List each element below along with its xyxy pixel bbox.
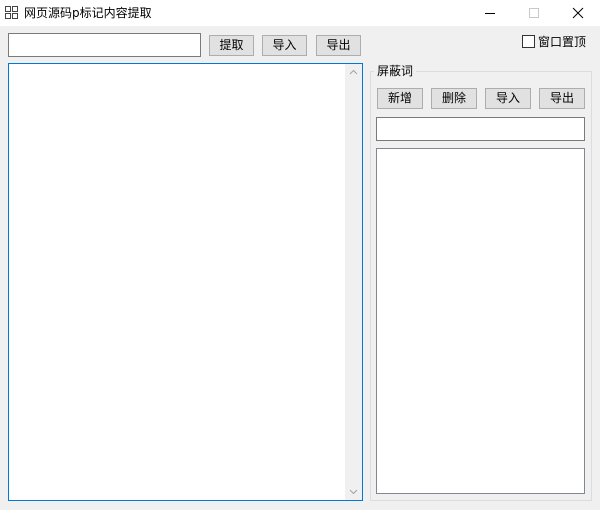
import-button[interactable]: 导入 bbox=[262, 35, 307, 56]
scroll-down-button[interactable] bbox=[345, 483, 362, 500]
url-input[interactable] bbox=[8, 33, 201, 57]
scroll-up-button[interactable] bbox=[345, 64, 362, 81]
close-button[interactable] bbox=[556, 0, 600, 26]
content-textarea[interactable] bbox=[8, 63, 363, 501]
blocked-words-list[interactable] bbox=[376, 148, 585, 494]
import-words-button[interactable]: 导入 bbox=[485, 88, 531, 109]
minimize-button[interactable] bbox=[468, 0, 512, 26]
title-bar[interactable]: 网页源码p标记内容提取 bbox=[0, 0, 600, 26]
maximize-button[interactable] bbox=[512, 0, 556, 26]
app-window: 网页源码p标记内容提取 提取 导入 导出 窗口置顶 屏蔽词 新增 删除 导入 导… bbox=[0, 0, 600, 510]
chevron-up-icon bbox=[349, 69, 358, 75]
close-icon bbox=[572, 7, 584, 19]
topmost-checkbox-box[interactable] bbox=[522, 35, 535, 48]
extract-button[interactable]: 提取 bbox=[209, 35, 254, 56]
add-word-button[interactable]: 新增 bbox=[377, 88, 423, 109]
app-grid-icon bbox=[5, 6, 18, 19]
export-button[interactable]: 导出 bbox=[316, 35, 361, 56]
content-scrollbar[interactable] bbox=[345, 64, 362, 500]
blocked-words-group-title: 屏蔽词 bbox=[374, 64, 417, 79]
minimize-icon bbox=[485, 13, 495, 14]
window-title: 网页源码p标记内容提取 bbox=[24, 6, 152, 20]
delete-word-button[interactable]: 删除 bbox=[431, 88, 477, 109]
blocked-word-input[interactable] bbox=[376, 117, 585, 141]
maximize-icon bbox=[529, 8, 539, 18]
export-words-button[interactable]: 导出 bbox=[539, 88, 585, 109]
topmost-checkbox-label[interactable]: 窗口置顶 bbox=[538, 34, 586, 50]
chevron-down-icon bbox=[349, 489, 358, 495]
